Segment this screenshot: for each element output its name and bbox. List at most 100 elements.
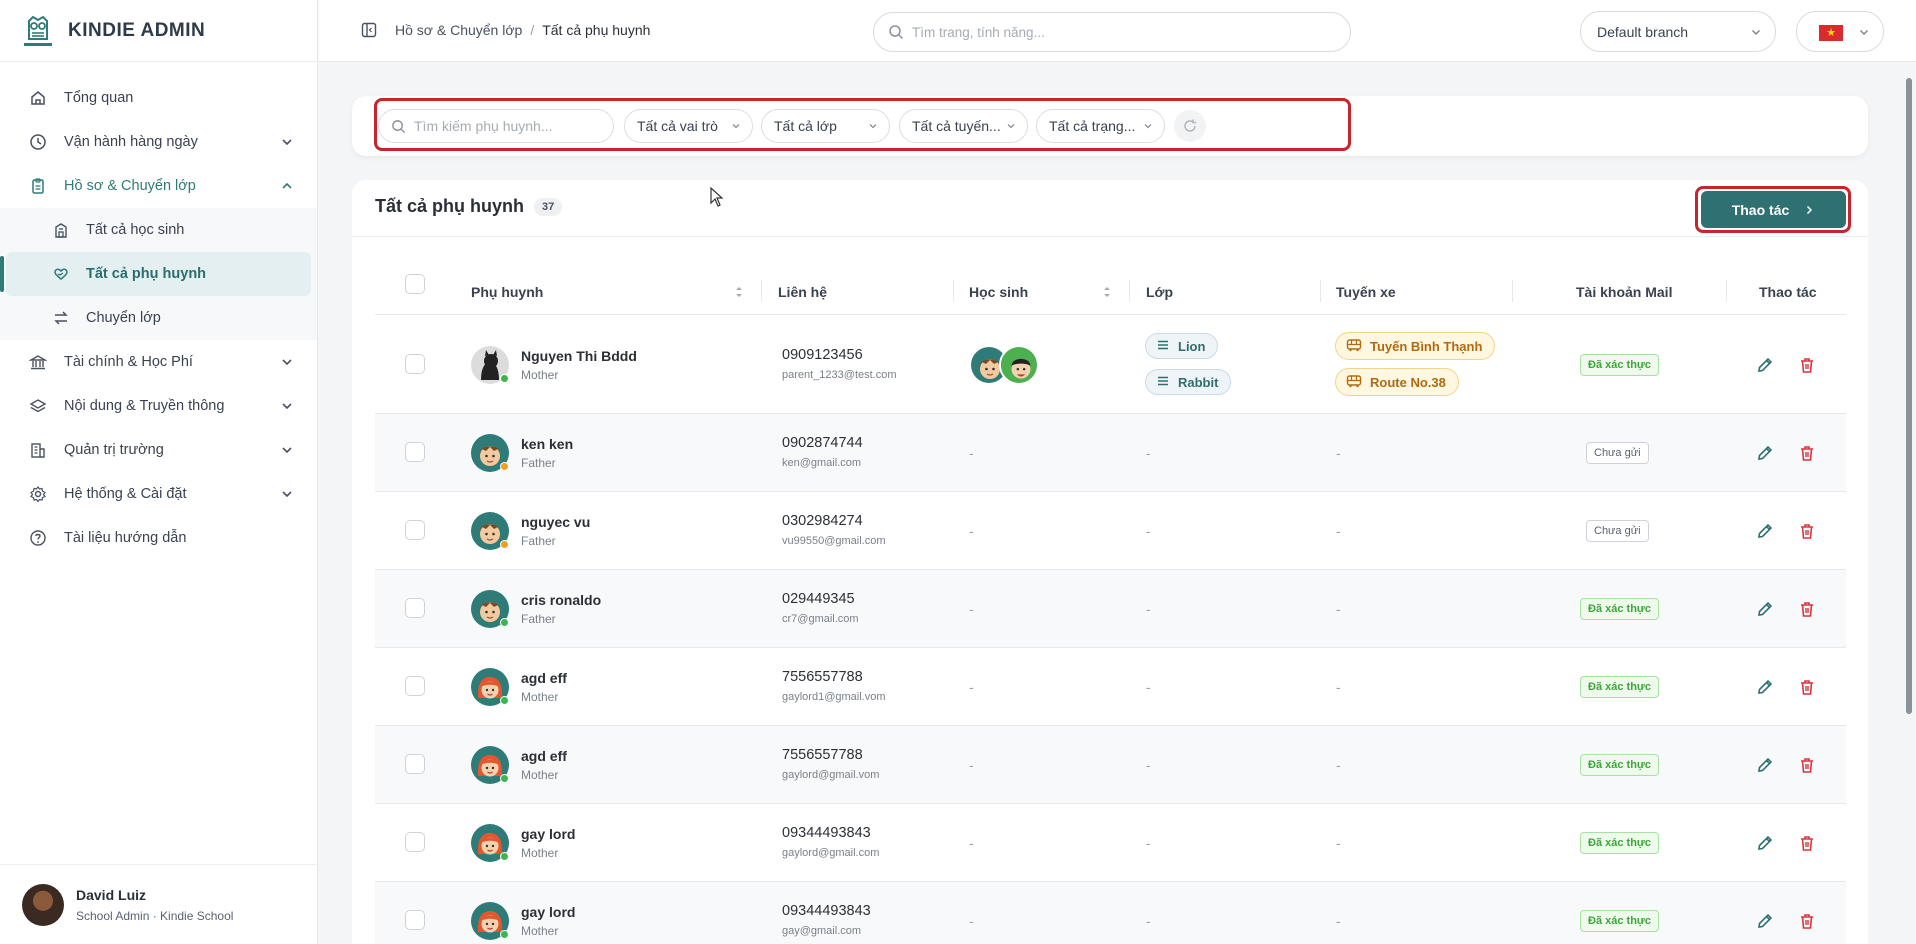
class-empty: - [1146, 835, 1151, 851]
column-header-students[interactable]: Học sinh [969, 268, 1028, 315]
trash-icon[interactable] [1798, 356, 1816, 374]
branch-select-value: Default branch [1597, 23, 1689, 40]
edit-icon[interactable] [1756, 444, 1774, 462]
route-chip-label: Route No.38 [1370, 374, 1446, 390]
student-avatar[interactable] [999, 345, 1039, 385]
select-all-checkbox[interactable] [405, 274, 425, 294]
edit-icon[interactable] [1756, 756, 1774, 774]
parent-phone: 09344493843 [782, 825, 871, 841]
edit-icon[interactable] [1756, 522, 1774, 540]
clipboard-icon [28, 176, 48, 196]
online-status-dot [500, 852, 509, 861]
sidebar-item-daily-ops[interactable]: Vận hành hàng ngày [0, 120, 317, 164]
language-select[interactable]: ★ [1796, 11, 1884, 52]
building-icon [28, 440, 48, 460]
global-search[interactable] [873, 12, 1351, 52]
role-filter[interactable]: Tất cả vai trò [624, 109, 753, 143]
parent-search[interactable] [378, 109, 614, 143]
mail-status-badge: Đã xác thực [1580, 354, 1659, 376]
actions-button[interactable]: Thao tác [1701, 191, 1846, 228]
sidebar-item-all-parents[interactable]: Tất cả phụ huynh [0, 252, 311, 296]
breadcrumb-parent[interactable]: Hồ sơ & Chuyển lớp [395, 22, 522, 38]
table-row[interactable]: nguyec vu Father 0302984274 vu99550@gmail.c… [375, 492, 1846, 570]
sort-icon[interactable] [734, 285, 744, 299]
trash-icon[interactable] [1798, 678, 1816, 696]
parent-name[interactable]: Nguyen Thi Bddd [521, 348, 637, 364]
table-row[interactable]: ken ken Father 0902874744 ken@gmail.com - - - C… [375, 414, 1846, 492]
route-chip[interactable]: Route No.38 [1335, 368, 1459, 396]
class-filter[interactable]: Tất cả lớp [761, 109, 890, 143]
edit-icon[interactable] [1756, 356, 1774, 374]
parent-name[interactable]: gay lord [521, 826, 575, 842]
sidebar-item-school-admin[interactable]: Quản trị trường [0, 428, 317, 472]
status-filter[interactable]: Tất cả trạng... [1036, 109, 1165, 143]
parent-role: Mother [521, 690, 559, 704]
edit-icon[interactable] [1756, 600, 1774, 618]
edit-icon[interactable] [1756, 678, 1774, 696]
parent-name[interactable]: ken ken [521, 436, 573, 452]
trash-icon[interactable] [1798, 444, 1816, 462]
parent-name[interactable]: nguyec vu [521, 514, 590, 530]
parent-email: gaylord@gmail.com [782, 847, 880, 859]
sidebar-item-finance[interactable]: Tài chính & Học Phí [0, 340, 317, 384]
row-checkbox[interactable] [405, 676, 425, 696]
online-status-dot [500, 618, 509, 627]
class-chip[interactable]: Lion [1145, 333, 1219, 359]
reset-filters-button[interactable] [1174, 110, 1206, 142]
trash-icon[interactable] [1798, 912, 1816, 930]
table-row[interactable]: Nguyen Thi Bddd Mother 0909123456 parent_12… [375, 316, 1846, 414]
parent-name[interactable]: agd eff [521, 670, 567, 686]
sidebar-item-all-students[interactable]: Tất cả học sinh [0, 208, 317, 252]
edit-icon[interactable] [1756, 912, 1774, 930]
row-checkbox[interactable] [405, 832, 425, 852]
table-row[interactable]: cris ronaldo Father 029449345 cr7@gmail.com… [375, 570, 1846, 648]
row-checkbox[interactable] [405, 520, 425, 540]
parent-name[interactable]: agd eff [521, 748, 567, 764]
column-header-parent[interactable]: Phụ huynh [471, 268, 543, 315]
parent-name[interactable]: cris ronaldo [521, 592, 601, 608]
gear-icon [28, 484, 48, 504]
row-checkbox[interactable] [405, 598, 425, 618]
trash-icon[interactable] [1798, 600, 1816, 618]
row-checkbox[interactable] [405, 910, 425, 930]
route-empty: - [1336, 679, 1341, 695]
breadcrumb-separator: / [530, 22, 535, 38]
row-checkbox[interactable] [405, 442, 425, 462]
row-checkbox[interactable] [405, 754, 425, 774]
row-checkbox[interactable] [405, 354, 425, 374]
route-chip[interactable]: Tuyến Bình Thạnh [1335, 332, 1496, 360]
edit-icon[interactable] [1756, 834, 1774, 852]
parent-search-input[interactable] [414, 118, 604, 134]
route-filter[interactable]: Tất cả tuyến... [899, 109, 1028, 143]
sidebar-item-records[interactable]: Hồ sơ & Chuyển lớp [0, 164, 317, 208]
sidebar-toggle-icon[interactable] [361, 22, 377, 38]
route-empty: - [1336, 757, 1341, 773]
global-search-input[interactable] [912, 24, 1312, 40]
trash-icon[interactable] [1798, 756, 1816, 774]
brand[interactable]: KINDIE ADMIN [0, 0, 317, 62]
sidebar-item-overview[interactable]: Tổng quan [0, 76, 317, 120]
mail-status-badge: Đã xác thực [1580, 598, 1659, 620]
online-status-dot [500, 696, 509, 705]
sidebar-item-docs[interactable]: Tài liệu hướng dẫn [0, 516, 317, 560]
trash-icon[interactable] [1798, 834, 1816, 852]
sidebar-item-label: Hồ sơ & Chuyển lớp [64, 178, 196, 194]
parent-name[interactable]: gay lord [521, 904, 575, 920]
table-row[interactable]: agd eff Mother 7556557788 gaylord@gmail.vom… [375, 726, 1846, 804]
table-row[interactable]: agd eff Mother 7556557788 gaylord1@gmail.vo… [375, 648, 1846, 726]
sidebar-item-transfer[interactable]: Chuyển lớp [0, 296, 317, 340]
mail-status-badge: Đã xác thực [1580, 832, 1659, 854]
online-status-dot [500, 462, 509, 471]
branch-select[interactable]: Default branch [1580, 11, 1776, 52]
sidebar-item-settings[interactable]: Hệ thống & Cài đặt [0, 472, 317, 516]
sort-icon[interactable] [1102, 285, 1112, 299]
trash-icon[interactable] [1798, 522, 1816, 540]
table-row[interactable]: gay lord Mother 09344493843 gay@gmail.com - -… [375, 882, 1846, 944]
class-chip[interactable]: Rabbit [1145, 369, 1232, 395]
user-profile[interactable]: David Luiz School Admin · Kindie School [0, 864, 318, 944]
sidebar-item-label: Vận hành hàng ngày [64, 134, 198, 150]
scrollbar-thumb[interactable] [1906, 78, 1912, 714]
chevron-up-icon [282, 182, 292, 189]
table-row[interactable]: gay lord Mother 09344493843 gaylord@gmail.c… [375, 804, 1846, 882]
sidebar-item-content[interactable]: Nội dung & Truyền thông [0, 384, 317, 428]
